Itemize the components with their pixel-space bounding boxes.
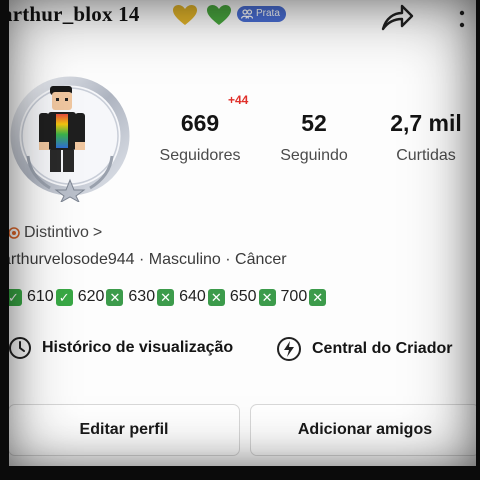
- rank-badge[interactable]: Prata: [237, 6, 286, 22]
- chevron-right-icon: >: [92, 224, 103, 241]
- goal-value: 610: [27, 288, 54, 305]
- yellow-heart-icon: [173, 5, 197, 25]
- cross-mark-icon: ✕: [207, 288, 225, 306]
- cross-mark-icon: ✕: [106, 288, 124, 306]
- goals-line: ✓ 610 ✓ 620 ✕ 630 ✕ 640 ✕ 650 ✕ 700 ✕: [4, 288, 327, 306]
- cross-mark-icon: ✕: [309, 288, 327, 306]
- history-link[interactable]: Histórico de visualização: [8, 336, 233, 360]
- more-vertical-icon[interactable]: [456, 10, 468, 28]
- distintivo-link[interactable]: Distintivo >: [8, 224, 102, 242]
- avatar[interactable]: [10, 76, 130, 202]
- distintivo-label: Distintivo: [24, 224, 89, 241]
- history-label: Histórico de visualização: [42, 339, 234, 356]
- stat-following[interactable]: 52 Seguindo: [266, 110, 362, 165]
- profile-info-line: arthurvelosode944 · Masculino · Câncer: [2, 251, 287, 268]
- check-mark-icon: ✓: [55, 288, 73, 306]
- followers-count: 669: [180, 110, 220, 136]
- goal-value: 620: [77, 288, 105, 305]
- followers-label: Seguidores: [159, 147, 241, 164]
- distintivo-icon: [8, 227, 20, 239]
- goal-value: 650: [229, 288, 257, 305]
- share-icon[interactable]: [380, 2, 414, 32]
- frame-bottom-edge: [0, 466, 480, 480]
- green-heart-icon: [207, 5, 231, 25]
- cross-mark-icon: ✕: [157, 288, 175, 306]
- edit-profile-button[interactable]: Editar perfil: [8, 404, 240, 456]
- username: arthur_blox 14: [2, 2, 140, 26]
- badge-label: Prata: [256, 8, 280, 19]
- badge-people-icon: [241, 9, 253, 19]
- likes-label: Curtidas: [396, 147, 456, 164]
- add-friends-button[interactable]: Adicionar amigos: [250, 404, 480, 456]
- goal-value: 640: [179, 288, 206, 305]
- frame-left-edge: [0, 0, 9, 480]
- goal-value: 630: [128, 288, 156, 305]
- likes-count: 2,7 mil: [390, 110, 462, 136]
- creator-center-link[interactable]: Central do Criador: [276, 336, 452, 362]
- profile-screen: arthur_blox 14 Prata +44 669 Seguidores …: [0, 0, 480, 480]
- following-label: Seguindo: [280, 147, 348, 164]
- cross-mark-icon: ✕: [258, 288, 276, 306]
- frame-right-edge: [476, 0, 480, 480]
- followers-increase: +44: [228, 93, 249, 107]
- stat-likes[interactable]: 2,7 mil Curtidas: [376, 110, 476, 165]
- creator-center-label: Central do Criador: [312, 340, 453, 357]
- clock-icon: [9, 337, 31, 359]
- stat-followers[interactable]: 669 Seguidores: [148, 110, 252, 165]
- following-count: 52: [301, 110, 327, 136]
- lightning-icon: [277, 337, 301, 361]
- goal-value: 700: [280, 288, 308, 305]
